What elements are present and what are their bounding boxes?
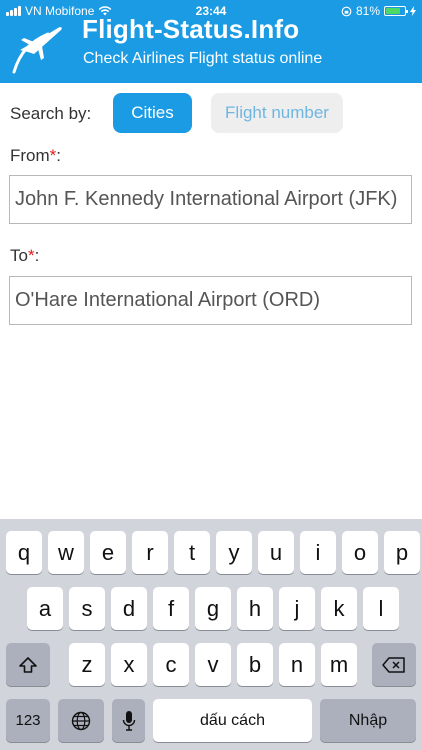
- search-by-label: Search by:: [10, 104, 92, 123]
- from-airport-input[interactable]: John F. Kennedy International Airport (J…: [9, 175, 412, 224]
- key-d[interactable]: d: [111, 587, 147, 630]
- from-label-text: From: [10, 146, 50, 165]
- globe-key[interactable]: [58, 699, 104, 742]
- key-p[interactable]: p: [384, 531, 420, 574]
- key-a[interactable]: a: [27, 587, 63, 630]
- search-by-cities-button[interactable]: Cities: [113, 93, 192, 133]
- label-colon: :: [56, 146, 62, 165]
- return-key[interactable]: Nhập: [320, 699, 416, 742]
- key-f[interactable]: f: [153, 587, 189, 630]
- key-x[interactable]: x: [111, 643, 147, 686]
- key-z[interactable]: z: [69, 643, 105, 686]
- key-l[interactable]: l: [363, 587, 399, 630]
- to-airport-input[interactable]: O'Hare International Airport (ORD): [9, 276, 412, 325]
- key-m[interactable]: m: [321, 643, 357, 686]
- key-q[interactable]: q: [6, 531, 42, 574]
- shift-key[interactable]: [6, 643, 50, 686]
- key-t[interactable]: t: [174, 531, 210, 574]
- rotation-lock-icon: [341, 6, 352, 16]
- key-w[interactable]: w: [48, 531, 84, 574]
- charging-icon: [410, 6, 416, 16]
- label-colon: :: [34, 246, 40, 265]
- space-key[interactable]: dấu cách: [153, 699, 312, 742]
- required-mark: *: [27, 246, 35, 265]
- key-y[interactable]: y: [216, 531, 252, 574]
- app-header: VN Mobifone 23:44 81% Flight-Status.Info: [0, 0, 422, 83]
- globe-icon: [71, 711, 91, 730]
- key-b[interactable]: b: [237, 643, 273, 686]
- key-k[interactable]: k: [321, 587, 357, 630]
- microphone-icon: [122, 710, 135, 731]
- battery-percent: 81%: [355, 4, 380, 18]
- to-label-text: To: [10, 246, 28, 265]
- key-r[interactable]: r: [132, 531, 168, 574]
- key-n[interactable]: n: [279, 643, 315, 686]
- app-subtitle: Check Airlines Flight status online: [83, 50, 323, 67]
- numbers-key[interactable]: 123: [6, 699, 50, 742]
- key-i[interactable]: i: [300, 531, 336, 574]
- app-title: Flight-Status.Info: [82, 14, 300, 44]
- key-v[interactable]: v: [195, 643, 231, 686]
- key-e[interactable]: e: [90, 531, 126, 574]
- key-u[interactable]: u: [258, 531, 294, 574]
- key-c[interactable]: c: [153, 643, 189, 686]
- dictation-key[interactable]: [112, 699, 145, 742]
- on-screen-keyboard: qwertyuiopasdfghjklzxcvbnm 123 dấu cách …: [0, 519, 422, 750]
- airplane-logo-icon: [12, 27, 62, 74]
- to-label: To*:: [10, 246, 39, 266]
- battery-icon: [384, 6, 408, 16]
- shift-icon: [19, 656, 37, 673]
- backspace-icon: [382, 656, 405, 673]
- key-g[interactable]: g: [195, 587, 231, 630]
- from-label: From*:: [10, 146, 61, 166]
- key-s[interactable]: s: [69, 587, 105, 630]
- key-o[interactable]: o: [342, 531, 378, 574]
- key-j[interactable]: j: [279, 587, 315, 630]
- search-by-flight-number-button[interactable]: Flight number: [211, 93, 343, 133]
- key-h[interactable]: h: [237, 587, 273, 630]
- backspace-key[interactable]: [372, 643, 416, 686]
